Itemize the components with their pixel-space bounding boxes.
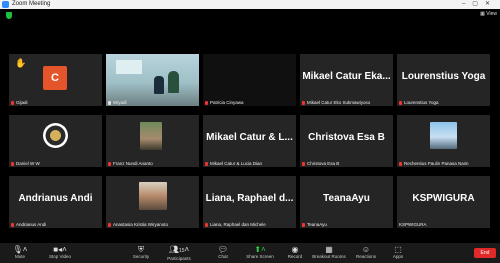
- participant-label: Patricia Cinyawa: [205, 100, 244, 105]
- participant-tile[interactable]: Daniel W W: [9, 115, 102, 167]
- mic-muted-icon: [11, 222, 14, 227]
- mic-muted-icon: [205, 161, 208, 166]
- end-meeting-button[interactable]: End: [474, 248, 496, 258]
- video-camera-icon: ■◂˄: [53, 245, 67, 254]
- participant-tile[interactable]: Lourenstius Yoga Lourenstius Yoga: [397, 54, 490, 106]
- participant-label: Rechentius Paulin Panasa Naim: [399, 161, 469, 166]
- participant-label: Andrianus Andi: [11, 222, 46, 227]
- participant-tile[interactable]: Liana, Raphael d... Liana, Raphael dan M…: [203, 176, 296, 228]
- stop-video-label: Stop Video: [49, 254, 71, 259]
- security-shield-icon[interactable]: [6, 12, 12, 19]
- participant-label: Daniel W W: [11, 161, 40, 166]
- profile-picture: [43, 123, 68, 148]
- shield-icon: ⛨: [138, 245, 144, 254]
- avatar: C: [43, 66, 67, 90]
- mic-icon: [108, 100, 111, 105]
- participant-tile[interactable]: ✋ C Gijadi: [9, 54, 102, 106]
- participant-label: Christova Esa B: [302, 161, 339, 166]
- breakout-rooms-label: Breakout Rooms: [312, 254, 346, 259]
- apps-button[interactable]: ⬚ Apps: [380, 245, 416, 260]
- participant-display-name: Liana, Raphael d...: [205, 193, 294, 204]
- participant-display-name: Mikael Catur Eka...: [302, 71, 391, 82]
- meeting-toolbar: 🎙︎˄ Mute ■◂˄ Stop Video ⛨ Security 👥︎15˄…: [0, 243, 500, 263]
- zoom-app-icon: [2, 1, 9, 8]
- reactions-button[interactable]: ☺ Reactions: [348, 245, 384, 260]
- participant-display-name: KSPWIGURA: [412, 193, 475, 204]
- participant-label: Lourenstius Yoga: [399, 100, 439, 105]
- mic-muted-icon: [205, 222, 208, 227]
- mute-button[interactable]: 🎙︎˄ Mute: [2, 245, 38, 260]
- mic-muted-icon: [302, 100, 305, 105]
- participants-button[interactable]: 👥︎15˄ Participants: [161, 245, 197, 262]
- profile-picture: [430, 122, 457, 149]
- participant-display-name: TeanaAyu: [323, 193, 370, 204]
- participant-tile[interactable]: Anastasia Kristia Wiryanoto: [106, 176, 199, 228]
- record-label: Record: [287, 254, 303, 259]
- participant-label: Mikael Catur & Lucia Dian: [205, 161, 262, 166]
- chat-bubble-icon: 💬︎: [217, 245, 229, 254]
- participant-label: Franz Nundi Ananto: [108, 161, 153, 166]
- participant-tile[interactable]: Franz Nundi Ananto: [106, 115, 199, 167]
- reactions-label: Reactions: [355, 254, 376, 259]
- mic-muted-icon: [399, 100, 402, 105]
- mic-muted-icon: [205, 100, 208, 105]
- view-label: View: [486, 11, 497, 17]
- participant-display-name: Andrianus Andi: [18, 193, 93, 204]
- participant-label: Mikael Catur Eko Sukmawiyoso: [302, 100, 370, 105]
- security-button[interactable]: ⛨ Security: [123, 245, 159, 260]
- profile-picture: [140, 122, 162, 150]
- participant-tile-active-speaker[interactable]: Wiyadi: [106, 54, 199, 106]
- participant-label: KSPWIGURA: [399, 222, 427, 227]
- mic-muted-icon: [11, 161, 14, 166]
- share-screen-icon: ⬆˄: [254, 245, 266, 254]
- window-title: Zoom Meeting: [12, 1, 51, 7]
- participant-tile[interactable]: Rechentius Paulin Panasa Naim: [397, 115, 490, 167]
- record-button[interactable]: ◉ Record: [277, 245, 313, 260]
- mic-muted-icon: [108, 222, 111, 227]
- apps-icon: ⬚: [394, 245, 402, 254]
- mic-muted-icon: [399, 161, 402, 166]
- breakout-rooms-icon: ▦: [325, 245, 333, 254]
- participant-tile[interactable]: KSPWIGURA KSPWIGURA: [397, 176, 490, 228]
- chat-label: Chat: [218, 254, 228, 259]
- title-bar: Zoom Meeting –▢✕: [0, 0, 500, 9]
- participant-label: Wiyadi: [108, 100, 127, 105]
- mic-muted-icon: [302, 222, 305, 227]
- participant-tile[interactable]: Christova Esa B Christova Esa B: [300, 115, 393, 167]
- window-controls[interactable]: –▢✕: [462, 0, 497, 9]
- participant-display-name: Lourenstius Yoga: [401, 71, 486, 82]
- share-screen-label: Share Screen: [246, 254, 274, 259]
- share-screen-button[interactable]: ⬆˄ Share Screen: [242, 245, 278, 260]
- profile-picture: [139, 182, 167, 210]
- raised-hand-icon: ✋: [15, 58, 27, 68]
- mic-muted-icon: [302, 161, 305, 166]
- microphone-icon: 🎙︎˄: [12, 245, 28, 254]
- participant-label: Liana, Raphael dan Michele: [205, 222, 266, 227]
- mute-label: Mute: [14, 254, 25, 259]
- apps-label: Apps: [392, 254, 404, 259]
- gallery-grid: ✋ C Gijadi Wiyadi Patricia Cinyawa Mikae…: [9, 54, 491, 229]
- chat-button[interactable]: 💬︎ Chat: [205, 245, 241, 260]
- participant-tile[interactable]: Andrianus Andi Andrianus Andi: [9, 176, 102, 228]
- participant-label: TeanaAyu: [302, 222, 327, 227]
- breakout-rooms-button[interactable]: ▦ Breakout Rooms: [311, 245, 347, 260]
- mic-muted-icon: [11, 100, 14, 105]
- security-label: Security: [132, 254, 150, 259]
- record-icon: ◉: [291, 245, 299, 254]
- participants-label: Participants: [167, 256, 191, 261]
- participant-display-name: Christova Esa B: [308, 132, 385, 143]
- participant-label: Gijadi: [11, 100, 28, 105]
- smiley-icon: ☺: [361, 245, 371, 254]
- mic-muted-icon: [108, 161, 111, 166]
- participant-tile[interactable]: Patricia Cinyawa: [203, 54, 296, 106]
- participant-tile[interactable]: TeanaAyu TeanaAyu: [300, 176, 393, 228]
- participant-display-name: Mikael Catur & L...: [206, 132, 293, 143]
- participant-tile[interactable]: Mikael Catur Eka... Mikael Catur Eko Suk…: [300, 54, 393, 106]
- view-button[interactable]: ▦ View: [480, 11, 497, 17]
- participant-tile[interactable]: Mikael Catur & L... Mikael Catur & Lucia…: [203, 115, 296, 167]
- participant-label: Anastasia Kristia Wiryanoto: [108, 222, 168, 227]
- participants-icon: 👥︎15˄: [168, 245, 190, 254]
- stop-video-button[interactable]: ■◂˄ Stop Video: [42, 245, 78, 260]
- video-feed: [106, 54, 199, 106]
